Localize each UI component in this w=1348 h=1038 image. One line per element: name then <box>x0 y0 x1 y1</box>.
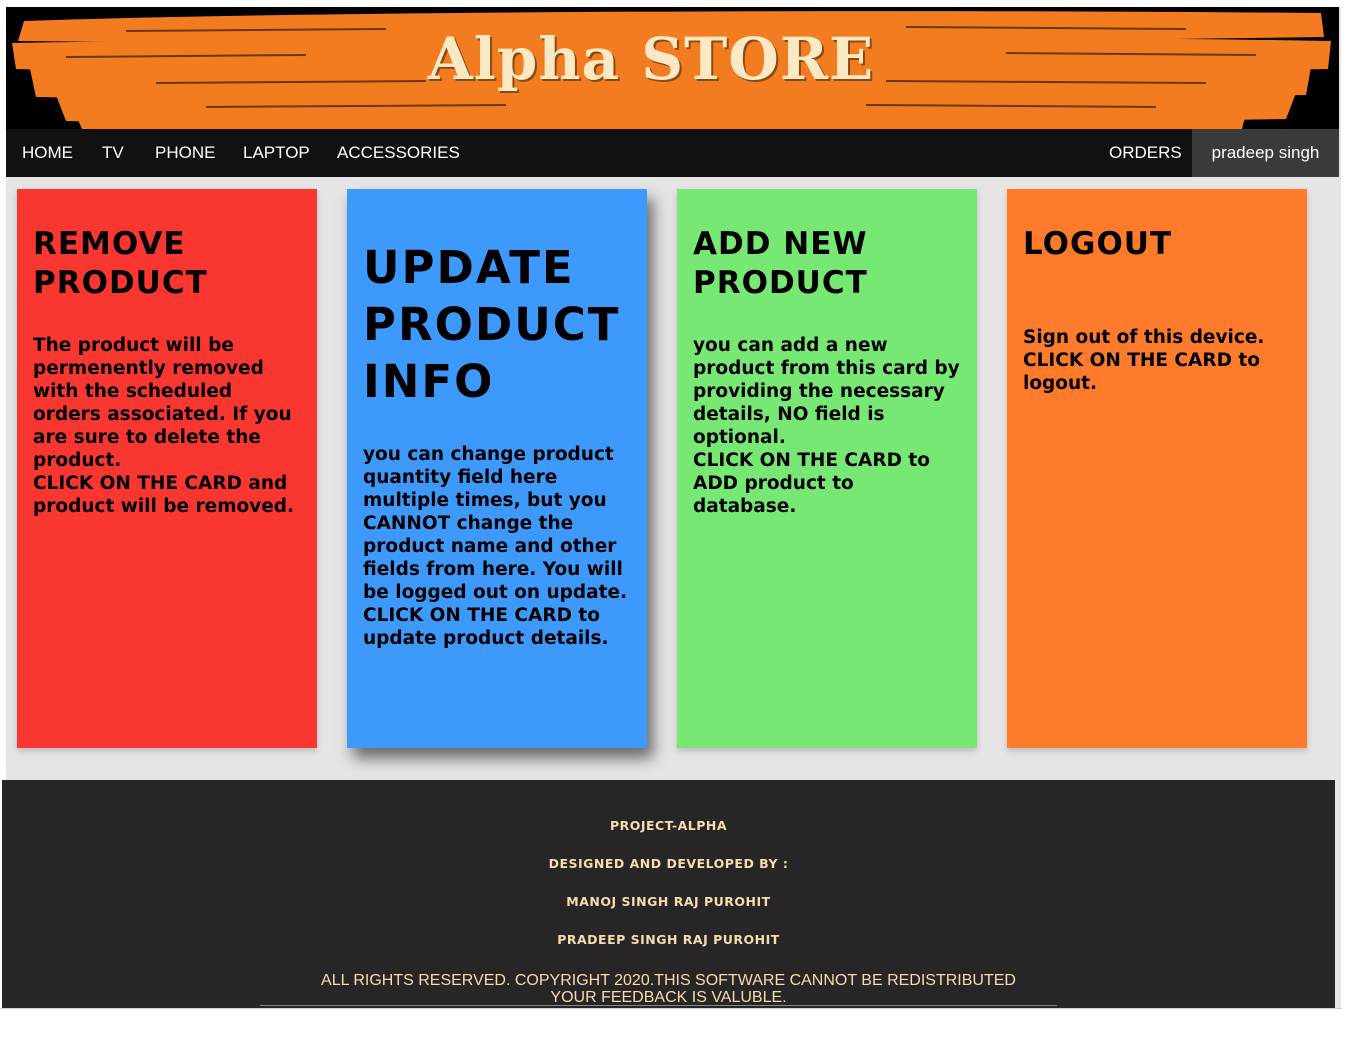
logout-card-description: Sign out of this device. CLICK ON THE CA… <box>1023 326 1291 395</box>
update-product-card[interactable]: UPDATE PRODUCT INFO you can change produ… <box>347 189 647 748</box>
footer-project-name: PROJECT-ALPHA <box>609 818 728 833</box>
nav-home[interactable]: HOME <box>22 129 73 177</box>
logout-card-cta: CLICK ON THE CARD to logout. <box>1023 350 1260 394</box>
footer-author-2: PRADEEP SINGH RAJ PUROHIT <box>557 932 780 947</box>
store-banner: Alpha STORE <box>6 7 1339 129</box>
remove-card-description: The product will be permenently removed … <box>33 334 301 518</box>
update-card-title: UPDATE PRODUCT INFO <box>363 239 631 410</box>
nav-phone[interactable]: PHONE <box>155 129 215 177</box>
store-title: Alpha STORE <box>427 25 875 93</box>
logout-card-title: LOGOUT <box>1023 226 1173 262</box>
nav-orders[interactable]: ORDERS <box>1109 129 1182 177</box>
add-card-title: ADD NEW PRODUCT <box>693 225 961 303</box>
add-card-body: you can add a new product from this card… <box>693 335 960 448</box>
add-card-title-line1: ADD NEW <box>693 226 868 262</box>
logout-card[interactable]: LOGOUT Sign out of this device. CLICK ON… <box>1007 189 1307 748</box>
page-bottom-divider <box>0 1008 1342 1009</box>
logout-card-body: Sign out of this device. <box>1023 327 1265 348</box>
update-card-body: you can change product quantity field he… <box>363 444 628 603</box>
update-card-title-line1: UPDATE <box>363 241 575 294</box>
remove-card-body: The product will be permenently removed … <box>33 335 292 471</box>
add-card-description: you can add a new product from this card… <box>693 334 961 518</box>
footer-divider <box>260 1005 1057 1006</box>
add-card-cta: CLICK ON THE CARD to ADD product to data… <box>693 450 930 517</box>
remove-product-card[interactable]: REMOVE PRODUCT The product will be perme… <box>17 189 317 748</box>
remove-card-cta: CLICK ON THE CARD and product will be re… <box>33 473 295 517</box>
footer-feedback: YOUR FEEDBACK IS VALUBLE. <box>550 989 787 1006</box>
nav-laptop[interactable]: LAPTOP <box>243 129 310 177</box>
add-product-card[interactable]: ADD NEW PRODUCT you can add a new produc… <box>677 189 977 748</box>
nav-accessories[interactable]: ACCESSORIES <box>337 129 460 177</box>
add-card-title-line2: PRODUCT <box>693 265 868 301</box>
top-navbar: HOME TV PHONE LAPTOP ACCESSORIES ORDERS … <box>6 129 1339 177</box>
update-card-title-line2: PRODUCT <box>363 298 621 351</box>
update-card-cta: CLICK ON THE CARD to update product deta… <box>363 605 609 649</box>
update-card-title-line3: INFO <box>363 355 495 408</box>
footer-designed-by: DESIGNED AND DEVELOPED BY : <box>548 856 789 871</box>
nav-tv[interactable]: TV <box>102 129 124 177</box>
update-card-description: you can change product quantity field he… <box>363 443 631 650</box>
footer-copyright: ALL RIGHTS RESERVED. COPYRIGHT 2020.THIS… <box>321 972 1016 989</box>
footer-author-1: MANOJ SINGH RAJ PUROHIT <box>566 894 771 909</box>
nav-user-account[interactable]: pradeep singh <box>1192 129 1339 177</box>
remove-card-title-line2: PRODUCT <box>33 265 208 301</box>
site-footer: PROJECT-ALPHA DESIGNED AND DEVELOPED BY … <box>2 780 1335 1008</box>
remove-card-title-line1: REMOVE <box>33 226 186 262</box>
remove-card-title: REMOVE PRODUCT <box>33 225 301 303</box>
